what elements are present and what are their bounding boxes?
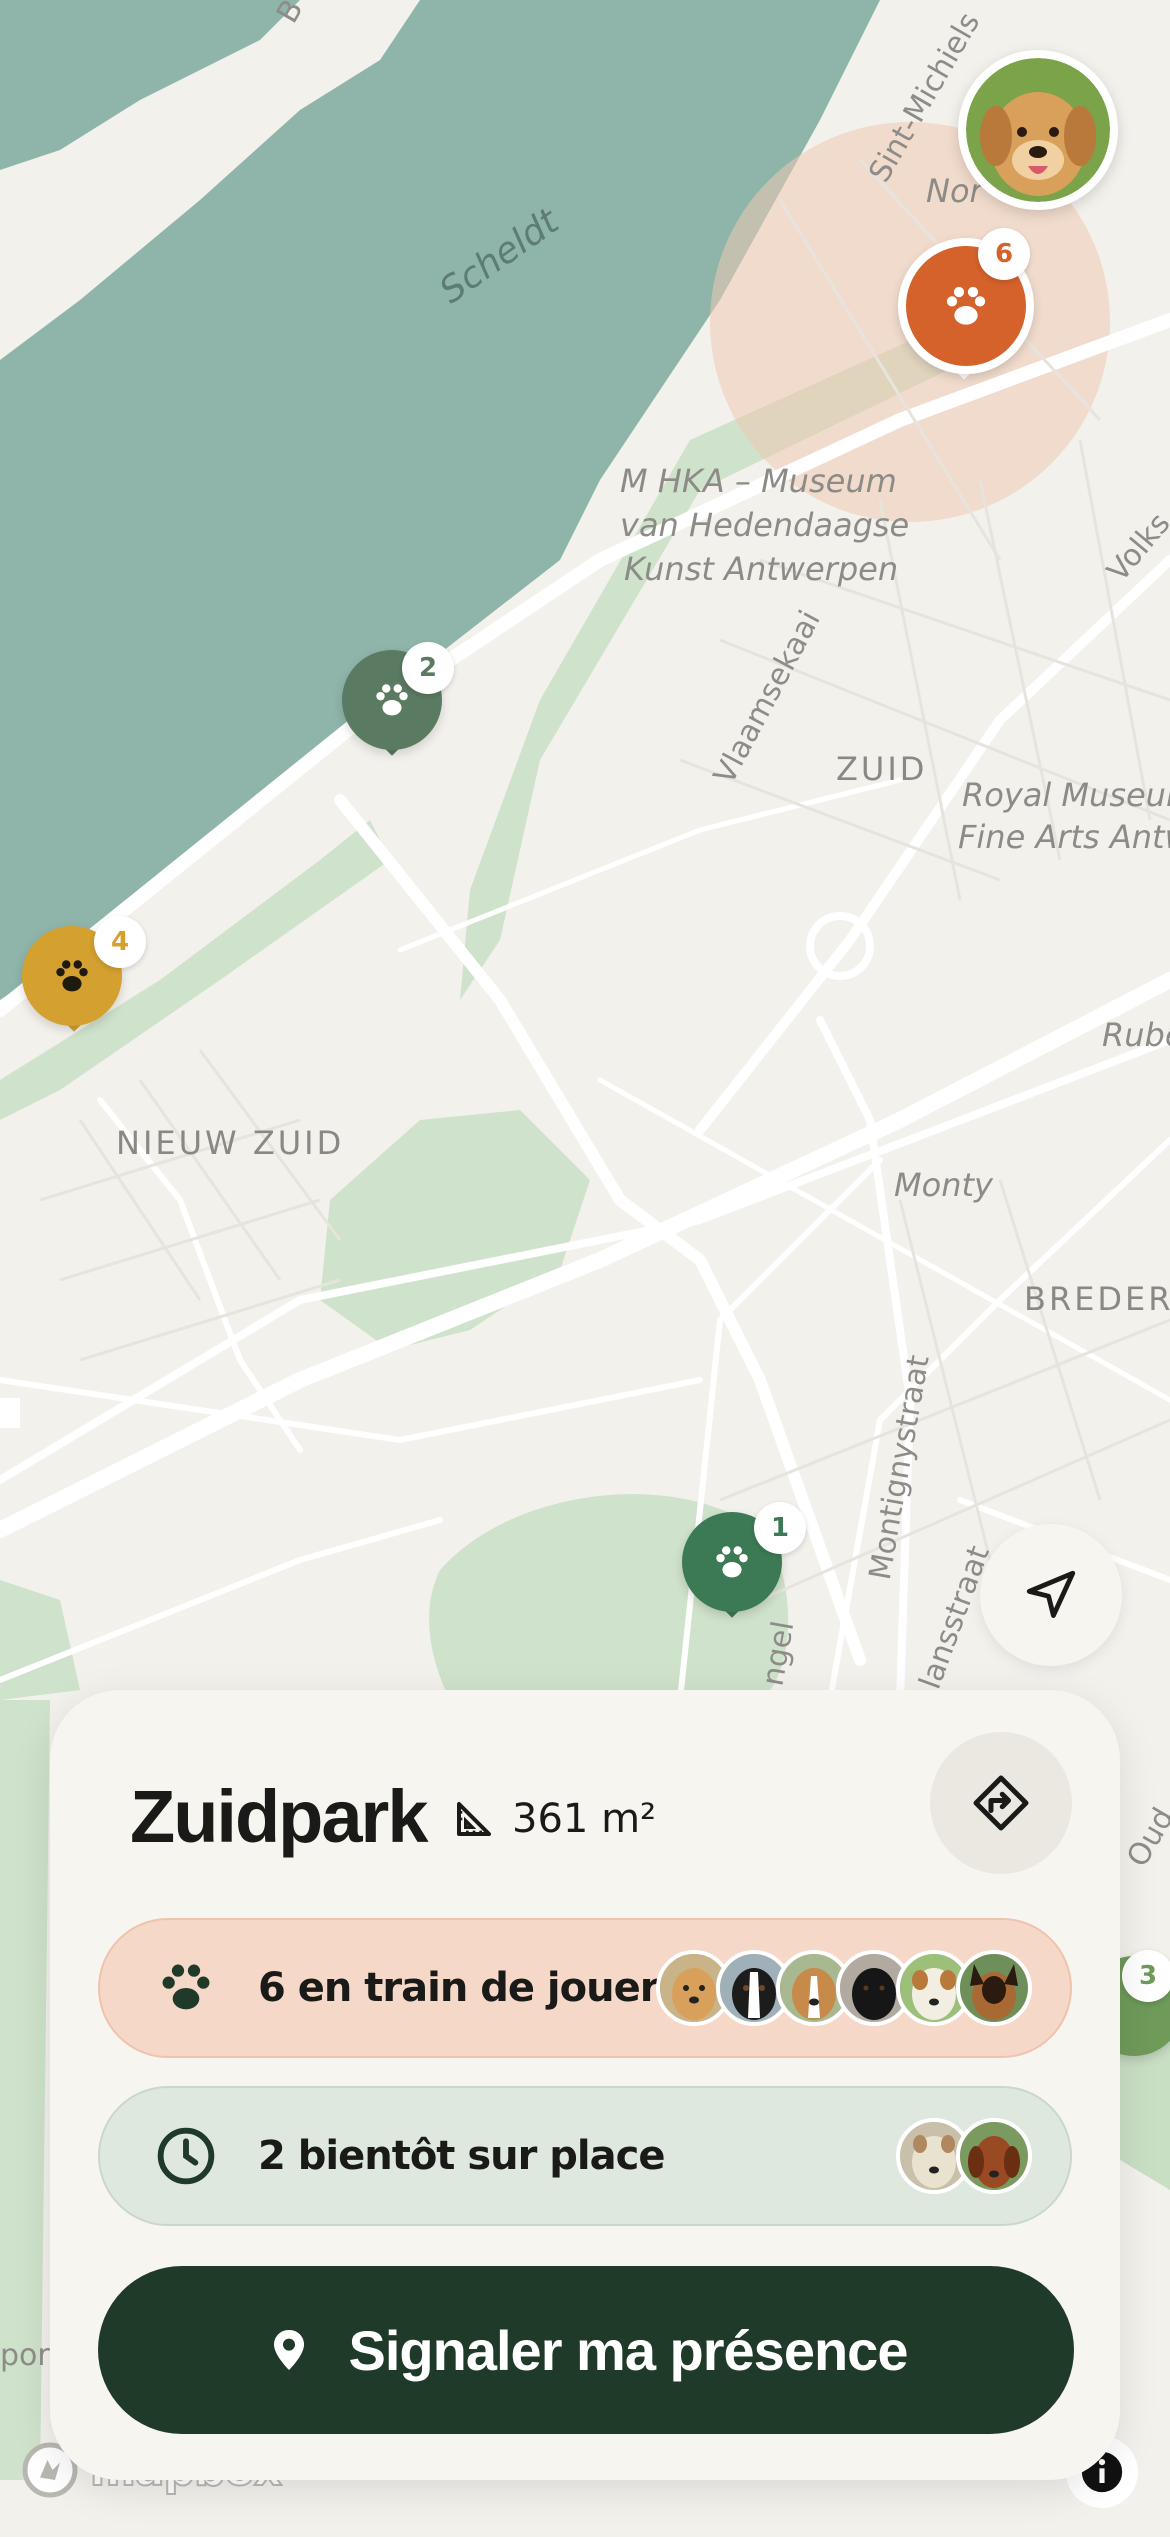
dog-park-pin[interactable]: 2 xyxy=(338,642,458,810)
district-zuid: ZUID xyxy=(836,750,928,788)
royal-museum-label-line2: Fine Arts Antw xyxy=(958,818,1170,856)
street-por: por xyxy=(0,2338,50,2373)
place-monty: Monty xyxy=(894,1166,993,1204)
pin-count-badge: 2 xyxy=(402,642,454,694)
arriving-soon-label: 2 bientôt sur place xyxy=(258,2133,665,2179)
pin-count-badge: 3 xyxy=(1122,1950,1170,2002)
pin-count-badge: 6 xyxy=(978,228,1030,280)
paw-icon xyxy=(946,286,986,325)
paw-icon xyxy=(56,960,88,992)
park-area: 361 m² xyxy=(454,1796,656,1842)
golden-retriever-photo-icon xyxy=(966,58,1110,202)
dog-park-pin[interactable]: 4 xyxy=(20,916,146,1086)
location-pin-icon xyxy=(273,2330,304,2370)
dog-park-pin[interactable]: 1 xyxy=(678,1502,806,1672)
report-presence-label: Signaler ma présence xyxy=(348,2318,909,2382)
playing-now-row[interactable]: 6 en train de jouer xyxy=(98,1918,1072,2058)
locate-me-button[interactable] xyxy=(980,1524,1122,1666)
pin-count-badge: 1 xyxy=(754,1502,806,1554)
dog-avatar-marker[interactable] xyxy=(958,50,1118,210)
dog-avatar-german-shepherd xyxy=(956,1950,1032,2026)
report-presence-button[interactable]: Signaler ma présence xyxy=(98,2266,1074,2434)
arriving-soon-row[interactable]: 2 bientôt sur place xyxy=(98,2086,1072,2226)
park-name: Zuidpark xyxy=(130,1775,428,1858)
directions-icon xyxy=(973,1775,1029,1831)
paw-icon xyxy=(716,1546,748,1578)
playing-now-label: 6 en train de jouer xyxy=(258,1965,659,2011)
dog-park-pin[interactable]: 6 xyxy=(898,228,1034,404)
soon-avatars xyxy=(896,2118,1032,2194)
museum-label-line3: Kunst Antwerpen xyxy=(624,550,899,588)
museum-label-line1: M HKA – Museum xyxy=(620,462,897,500)
district-breder: BREDER xyxy=(1024,1280,1170,1318)
district-nieuw-zuid: NIEUW ZUID xyxy=(116,1124,345,1162)
clock-icon xyxy=(144,2114,228,2198)
street-rube: Rube xyxy=(1102,1016,1170,1054)
directions-button[interactable] xyxy=(930,1732,1072,1874)
museum-label-line2: van Hedendaagse xyxy=(620,506,910,544)
park-detail-card: Zuidpark 361 m² 6 en train de jouer 2 bi… xyxy=(50,1690,1120,2480)
playing-avatars xyxy=(656,1950,1032,2026)
navigation-arrow-icon xyxy=(1026,1570,1076,1618)
paw-icon xyxy=(144,1946,228,2030)
ruler-triangle-icon xyxy=(457,1802,491,1836)
pin-count-badge: 4 xyxy=(94,916,146,968)
royal-museum-label-line1: Royal Museum xyxy=(962,776,1170,814)
dog-avatar-dachshund xyxy=(956,2118,1032,2194)
park-area-value: 361 m² xyxy=(512,1796,657,1842)
